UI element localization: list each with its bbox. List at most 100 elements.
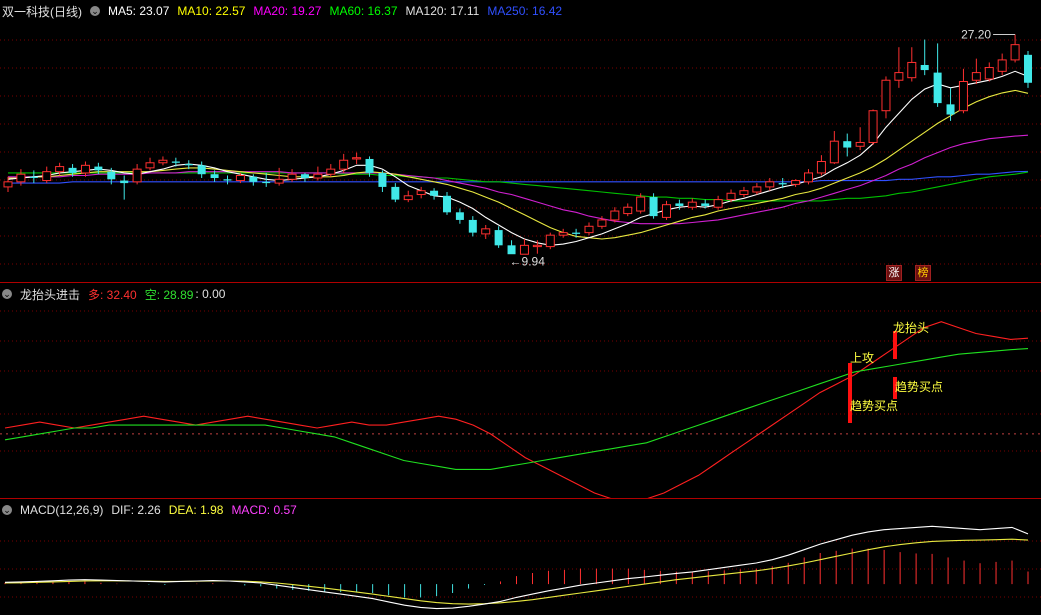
candle-body xyxy=(378,172,387,187)
ma20-line xyxy=(8,134,1029,225)
badge-bang[interactable]: 榜 xyxy=(915,265,931,281)
candle-body xyxy=(816,161,826,174)
ma-label: MA250: 16.42 xyxy=(487,4,563,18)
macd-value: MACD: 0.57 xyxy=(231,503,297,517)
candle-body xyxy=(494,230,503,246)
candle-body xyxy=(868,110,878,143)
candle-body xyxy=(132,168,142,183)
candle-body xyxy=(532,244,542,248)
macd-toggle-icon[interactable]: ⌄ xyxy=(2,505,12,515)
candle-body xyxy=(430,190,439,196)
candle-body xyxy=(829,140,839,164)
candle-body xyxy=(713,199,723,208)
candle-body xyxy=(894,72,904,81)
badge-zhang[interactable]: 涨 xyxy=(886,265,902,281)
candle-body xyxy=(300,174,309,179)
main-chart-pane[interactable]: 双一科技(日线) ⌄ MA5: 23.07 MA10: 22.57 MA20: 19… xyxy=(0,0,1041,282)
candle-body xyxy=(1024,54,1032,83)
indicator-chart[interactable] xyxy=(0,283,1041,498)
main-header: 双一科技(日线) ⌄ MA5: 23.07 MA10: 22.57 MA20: 19… xyxy=(2,4,562,19)
candle-body xyxy=(881,79,891,112)
candle-body xyxy=(365,158,374,173)
candle-body xyxy=(391,186,400,200)
candle-body xyxy=(442,195,451,213)
candle-body xyxy=(210,174,219,179)
ma-legend: MA5: 23.07 MA10: 22.57 MA20: 19.27 MA60: 16… xyxy=(108,4,562,18)
candle-body xyxy=(352,157,362,160)
signal-up-attack: 上攻 xyxy=(850,351,875,365)
candle-body xyxy=(843,141,852,148)
high-label: 27.20 xyxy=(961,28,991,42)
candle-body xyxy=(726,192,736,201)
signal-bar-up-attack xyxy=(848,363,852,423)
signal-dragon: 龙抬头 xyxy=(893,321,930,335)
dif-value: DIF: 2.26 xyxy=(111,503,161,517)
candle-body xyxy=(262,181,271,184)
macd-pane[interactable]: ⌄ MACD(12,26,9) DIF: 2.26 DEA: 1.98 MACD… xyxy=(0,499,1041,615)
candle-body xyxy=(507,245,516,255)
candle-body xyxy=(80,164,90,174)
candle-body xyxy=(661,204,671,218)
candle-body xyxy=(3,181,13,188)
candle-body xyxy=(235,174,245,182)
ma-label: MA10: 22.57 xyxy=(177,4,246,18)
candle-body xyxy=(623,206,633,215)
candlestick-chart[interactable]: 27.20 ←9.94 xyxy=(0,0,1041,282)
candle-body xyxy=(171,161,180,163)
candle-body xyxy=(545,234,555,248)
candle-body xyxy=(274,178,284,184)
candle-body xyxy=(339,159,349,170)
candle-body xyxy=(572,232,581,234)
candle-body xyxy=(610,210,620,221)
candle-body xyxy=(687,201,697,208)
candle-body xyxy=(649,197,658,217)
candle-body xyxy=(29,176,38,179)
candle-body xyxy=(701,203,710,206)
candle-body xyxy=(313,173,323,179)
candle-body xyxy=(791,180,801,185)
candle-body xyxy=(920,64,929,71)
candle-body xyxy=(107,171,116,180)
short-value: 空: 28.89 xyxy=(144,287,194,302)
low-label: ←9.94 xyxy=(510,255,546,269)
candle-body xyxy=(636,196,646,212)
candle-body xyxy=(519,244,529,255)
dea-value: DEA: 1.98 xyxy=(168,503,224,517)
candle-body xyxy=(958,81,968,112)
candle-body xyxy=(416,190,426,196)
candle-body xyxy=(326,168,336,175)
macd-title: MACD(12,26,9) xyxy=(20,503,104,517)
candle-body xyxy=(197,165,206,175)
dea-line xyxy=(4,538,1029,605)
stock-title: 双一科技(日线) xyxy=(2,4,82,19)
candle-body xyxy=(558,232,568,236)
candle-body xyxy=(94,166,103,171)
indicator-pane[interactable]: ⌄ 龙抬头进击 多: 32.40 空: 28.89 : 0.00 上攻 趋势买点… xyxy=(0,283,1041,498)
candle-body xyxy=(855,141,865,147)
indicator-title: 龙抬头进击 xyxy=(20,287,81,302)
signal-trend-buy-1: 趋势买点 xyxy=(850,399,899,413)
candle-body xyxy=(16,173,26,183)
candle-body xyxy=(804,172,814,183)
long-value: 多: 32.40 xyxy=(88,287,137,302)
candle-body xyxy=(907,61,917,79)
candle-body xyxy=(468,219,477,233)
candle-body xyxy=(55,166,65,173)
macd-header: ⌄ MACD(12,26,9) DIF: 2.26 DEA: 1.98 MACD… xyxy=(2,503,297,517)
candle-body xyxy=(120,180,129,184)
candle-body xyxy=(933,72,942,104)
settings-toggle-icon[interactable]: ⌄ xyxy=(90,6,100,16)
indicator-toggle-icon[interactable]: ⌄ xyxy=(2,289,12,299)
ma5-line xyxy=(7,70,1029,246)
candle-body xyxy=(997,59,1007,72)
dif-line xyxy=(4,525,1029,610)
candle-body xyxy=(739,190,749,196)
candle-body xyxy=(984,67,994,80)
candle-body xyxy=(752,186,762,193)
candle-body xyxy=(481,228,491,235)
candle-body xyxy=(249,176,258,182)
candle-body xyxy=(403,195,413,201)
ma-label: MA5: 23.07 xyxy=(108,4,170,18)
candle-body xyxy=(42,171,52,182)
candle-body xyxy=(597,219,607,227)
